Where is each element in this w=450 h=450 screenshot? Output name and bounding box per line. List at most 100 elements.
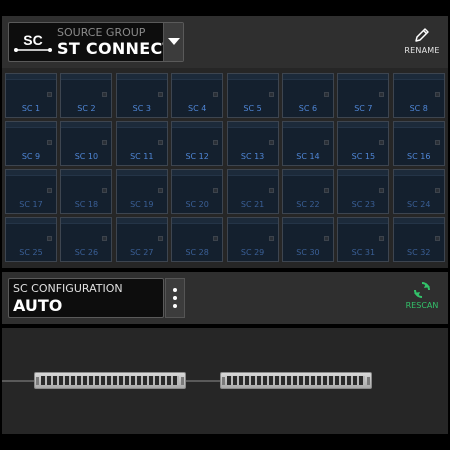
sc-channel-label: SC 6 bbox=[298, 104, 318, 113]
sc-channel-tile[interactable]: SC 15 bbox=[337, 121, 390, 166]
sc-channel-tile[interactable]: SC 12 bbox=[171, 121, 224, 166]
status-indicator bbox=[434, 140, 440, 145]
sc-channel-label: SC 13 bbox=[240, 152, 265, 161]
status-indicator bbox=[323, 188, 329, 193]
kebab-menu-button[interactable] bbox=[165, 278, 185, 318]
source-group-bar: SC SOURCE GROUP ST CONNECT RENAME bbox=[2, 16, 448, 68]
sc-channel-tile[interactable]: SC 17 bbox=[5, 169, 57, 214]
sc-channel-label: SC 5 bbox=[243, 104, 262, 113]
source-group-select[interactable]: SC SOURCE GROUP ST CONNECT bbox=[8, 22, 184, 62]
sc-channel-tile[interactable]: SC 10 bbox=[60, 121, 113, 166]
sc-channel-tile[interactable]: SC 11 bbox=[115, 121, 168, 166]
sc-channel-tile[interactable]: SC 5 bbox=[226, 73, 279, 118]
sc-channel-label: SC 4 bbox=[188, 104, 207, 113]
status-indicator bbox=[157, 140, 163, 145]
status-indicator bbox=[213, 188, 219, 193]
sc-channel-tile[interactable]: SC 30 bbox=[281, 217, 334, 262]
source-group-value: ST CONNECT bbox=[57, 39, 174, 58]
cable-line bbox=[186, 380, 222, 382]
status-indicator bbox=[268, 92, 274, 97]
status-indicator bbox=[213, 92, 219, 97]
sc-channel-tile[interactable]: SC 18 bbox=[60, 169, 113, 214]
status-indicator bbox=[47, 236, 52, 241]
status-indicator bbox=[213, 236, 219, 241]
sc-channel-label: SC 9 bbox=[21, 152, 41, 161]
source-group-label: SOURCE GROUP bbox=[57, 26, 146, 39]
status-indicator bbox=[268, 188, 274, 193]
status-indicator bbox=[102, 92, 108, 97]
status-indicator bbox=[323, 236, 329, 241]
source-group-dropdown-button[interactable] bbox=[163, 23, 183, 61]
sc-channel-tile[interactable]: SC 6 bbox=[281, 73, 334, 118]
sc-channel-tile[interactable]: SC 24 bbox=[392, 169, 445, 214]
status-indicator bbox=[102, 188, 108, 193]
status-indicator bbox=[102, 236, 108, 241]
status-indicator bbox=[379, 236, 385, 241]
status-indicator bbox=[157, 236, 163, 241]
sc-channel-tile[interactable]: SC 25 bbox=[5, 217, 57, 262]
sc-channel-tile[interactable]: SC 20 bbox=[171, 169, 224, 214]
sc-channel-label: SC 19 bbox=[130, 200, 154, 209]
sc-channel-tile[interactable]: SC 28 bbox=[171, 217, 224, 262]
status-indicator bbox=[157, 188, 163, 193]
sc-channel-label: SC 31 bbox=[351, 248, 376, 257]
sc-channel-label: SC 25 bbox=[19, 248, 43, 257]
sc-channel-tile[interactable]: SC 9 bbox=[5, 121, 57, 166]
cable-line bbox=[2, 380, 36, 382]
sc-channel-label: SC 26 bbox=[74, 248, 99, 257]
sc-channel-tile[interactable]: SC 7 bbox=[337, 73, 390, 118]
sc-channel-label: SC 1 bbox=[21, 104, 41, 113]
status-indicator bbox=[213, 140, 219, 145]
sc-channel-tile[interactable]: SC 8 bbox=[392, 73, 445, 118]
sc-channel-label: SC 23 bbox=[351, 200, 376, 209]
sc-channel-tile[interactable]: SC 23 bbox=[337, 169, 390, 214]
status-indicator bbox=[47, 140, 52, 145]
status-indicator bbox=[379, 92, 385, 97]
sc-logo-icon: SC bbox=[14, 32, 52, 52]
sc-channel-tile[interactable]: SC 16 bbox=[392, 121, 445, 166]
sc-channel-tile[interactable]: SC 31 bbox=[337, 217, 390, 262]
sc-channel-tile[interactable]: SC 22 bbox=[281, 169, 334, 214]
sc-channel-label: SC 3 bbox=[132, 104, 151, 113]
sc-channel-tile[interactable]: SC 3 bbox=[115, 73, 168, 118]
sc-channel-label: SC 22 bbox=[296, 200, 320, 209]
sc-channel-tile[interactable]: SC 4 bbox=[171, 73, 224, 118]
sc-channel-tile[interactable]: SC 13 bbox=[226, 121, 279, 166]
rack-unit-1[interactable] bbox=[34, 372, 186, 389]
sc-channel-label: SC 7 bbox=[354, 104, 373, 113]
sc-channel-label: SC 12 bbox=[185, 152, 209, 161]
sc-channel-tile[interactable]: SC 21 bbox=[226, 169, 279, 214]
status-indicator bbox=[379, 188, 385, 193]
sc-channel-grid: SC 1 SC 2 SC 3 SC 4 SC 5 SC 6 SC 7 SC 8 SC 9 SC 1… bbox=[5, 73, 445, 265]
sc-configuration-value: AUTO bbox=[13, 296, 63, 315]
sc-channel-label: SC 15 bbox=[351, 152, 376, 161]
sc-channel-label: SC 8 bbox=[409, 104, 428, 113]
sc-channel-tile[interactable]: SC 26 bbox=[60, 217, 113, 262]
sc-channel-label: SC 21 bbox=[240, 200, 265, 209]
sc-channel-label: SC 10 bbox=[74, 152, 99, 161]
sc-channel-tile[interactable]: SC 29 bbox=[226, 217, 279, 262]
sc-channel-tile[interactable]: SC 32 bbox=[392, 217, 445, 262]
sc-channel-grid-panel: SC 1 SC 2 SC 3 SC 4 SC 5 SC 6 SC 7 SC 8 SC 9 SC 1… bbox=[2, 68, 448, 268]
status-indicator bbox=[47, 92, 52, 97]
sc-channel-tile[interactable]: SC 19 bbox=[115, 169, 168, 214]
refresh-icon bbox=[414, 282, 430, 298]
status-indicator bbox=[47, 188, 52, 193]
sc-channel-tile[interactable]: SC 2 bbox=[60, 73, 113, 118]
sc-channel-label: SC 14 bbox=[296, 152, 320, 161]
sc-channel-tile[interactable]: SC 14 bbox=[281, 121, 334, 166]
rename-label: RENAME bbox=[404, 46, 440, 55]
sc-channel-tile[interactable]: SC 27 bbox=[115, 217, 168, 262]
sc-channel-label: SC 27 bbox=[130, 248, 154, 257]
sc-channel-label: SC 20 bbox=[185, 200, 209, 209]
status-indicator bbox=[434, 188, 440, 193]
rack-unit-2[interactable] bbox=[220, 372, 372, 389]
sc-channel-tile[interactable]: SC 1 bbox=[5, 73, 57, 118]
pencil-icon bbox=[415, 28, 429, 42]
sc-channel-label: SC 30 bbox=[296, 248, 320, 257]
sc-configuration-label: SC CONFIGURATION bbox=[13, 282, 123, 295]
sc-channel-label: SC 16 bbox=[407, 152, 431, 161]
rescan-button[interactable]: RESCAN bbox=[402, 278, 442, 320]
sc-configuration-select[interactable]: SC CONFIGURATION AUTO bbox=[8, 278, 164, 318]
rename-button[interactable]: RENAME bbox=[402, 24, 442, 62]
